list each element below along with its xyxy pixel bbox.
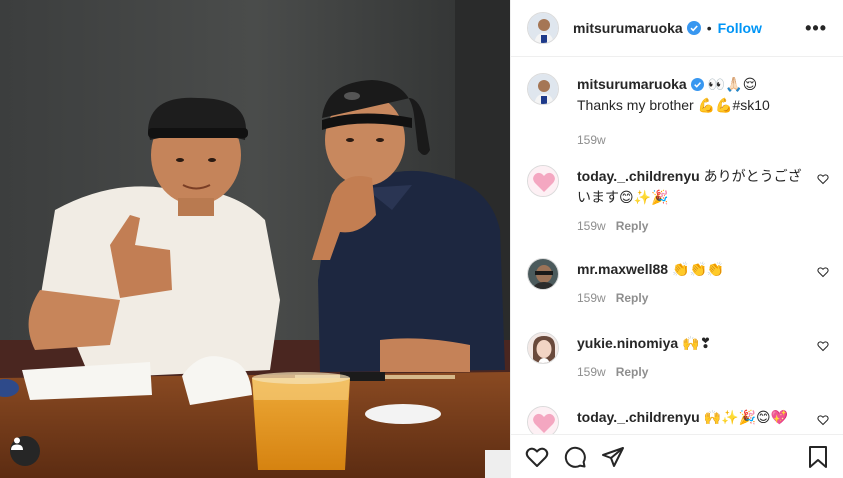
post-actions-bar (511, 434, 843, 478)
post-side-panel: mitsurumaruoka • Follow ••• mitsurumaruo… (510, 0, 843, 478)
post-photo (0, 0, 510, 478)
comment-username[interactable]: mitsurumaruoka (577, 76, 687, 92)
comment-username[interactable]: today._.childrenyu (577, 409, 700, 425)
heart-avatar-image (528, 166, 558, 196)
like-button[interactable] (525, 445, 549, 469)
commenter-avatar[interactable] (527, 406, 559, 434)
comment-timestamp[interactable]: 159w (577, 133, 606, 147)
comment-username[interactable]: mr.maxwell88 (577, 261, 668, 277)
like-comment-heart-icon[interactable] (817, 266, 829, 278)
commenter-avatar[interactable] (527, 258, 559, 290)
avatar-image (528, 74, 558, 104)
comment-item: today._.childrenyu ありがとうございます😊✨🎉 159w Repl… (527, 165, 829, 237)
commenter-avatar[interactable] (527, 165, 559, 197)
comment-text: 👀🙏🏻😌 (707, 76, 758, 92)
comment-timestamp[interactable]: 159w (577, 365, 606, 379)
comment-item: yukie.ninomiya 🙌❣ 159w Reply (527, 332, 829, 383)
author-avatar[interactable] (527, 12, 559, 44)
share-button[interactable] (601, 445, 625, 469)
comment-text-line2: Thanks my brother 💪💪#sk10 (577, 97, 770, 113)
save-button[interactable] (807, 445, 829, 469)
verified-badge-icon (690, 78, 704, 91)
avatar-image (528, 333, 558, 363)
heart-icon (525, 447, 549, 467)
avatar-image (528, 13, 558, 43)
photo-illustration (0, 0, 510, 478)
more-options-icon[interactable]: ••• (805, 18, 827, 39)
comment-item: mr.maxwell88 👏👏👏 159w Reply (527, 258, 829, 309)
avatar-image (528, 259, 558, 289)
post-header: mitsurumaruoka • Follow ••• (511, 0, 843, 57)
like-comment-heart-icon[interactable] (817, 414, 829, 426)
comment-username[interactable]: yukie.ninomiya (577, 335, 678, 351)
verified-badge-icon (686, 21, 701, 35)
share-icon (602, 446, 624, 467)
caption-comment: mitsurumaruoka 👀🙏🏻😌 Thanks my brother 💪💪#… (527, 73, 829, 151)
comment-text: 🙌✨🎉😊💖 (703, 409, 788, 425)
comment-button[interactable] (563, 445, 587, 469)
comment-text: 🙌❣ (682, 335, 712, 351)
comment-item: today._.childrenyu 🙌✨🎉😊💖 (527, 406, 829, 434)
tagged-users-button[interactable] (10, 436, 40, 466)
reply-button[interactable]: Reply (616, 365, 649, 379)
header-separator: • (706, 20, 712, 36)
follow-button[interactable]: Follow (718, 20, 762, 36)
tagged-user-icon (11, 437, 23, 450)
comment-timestamp[interactable]: 159w (577, 219, 606, 233)
author-username[interactable]: mitsurumaruoka (573, 20, 683, 36)
comment-timestamp[interactable]: 159w (577, 291, 606, 305)
comment-username[interactable]: today._.childrenyu (577, 168, 700, 184)
commenter-avatar[interactable] (527, 73, 559, 105)
like-comment-heart-icon[interactable] (817, 173, 829, 185)
reply-button[interactable]: Reply (616, 219, 649, 233)
instagram-post: mitsurumaruoka • Follow ••• mitsurumaruo… (0, 0, 843, 478)
reply-button[interactable]: Reply (616, 291, 649, 305)
commenter-avatar[interactable] (527, 332, 559, 364)
comment-text: 👏👏👏 (672, 261, 725, 277)
bookmark-icon (809, 445, 827, 468)
comments-list[interactable]: mitsurumaruoka 👀🙏🏻😌 Thanks my brother 💪💪#… (511, 58, 843, 434)
heart-avatar-image (528, 407, 558, 434)
like-comment-heart-icon[interactable] (817, 340, 829, 352)
comment-icon (564, 446, 586, 468)
